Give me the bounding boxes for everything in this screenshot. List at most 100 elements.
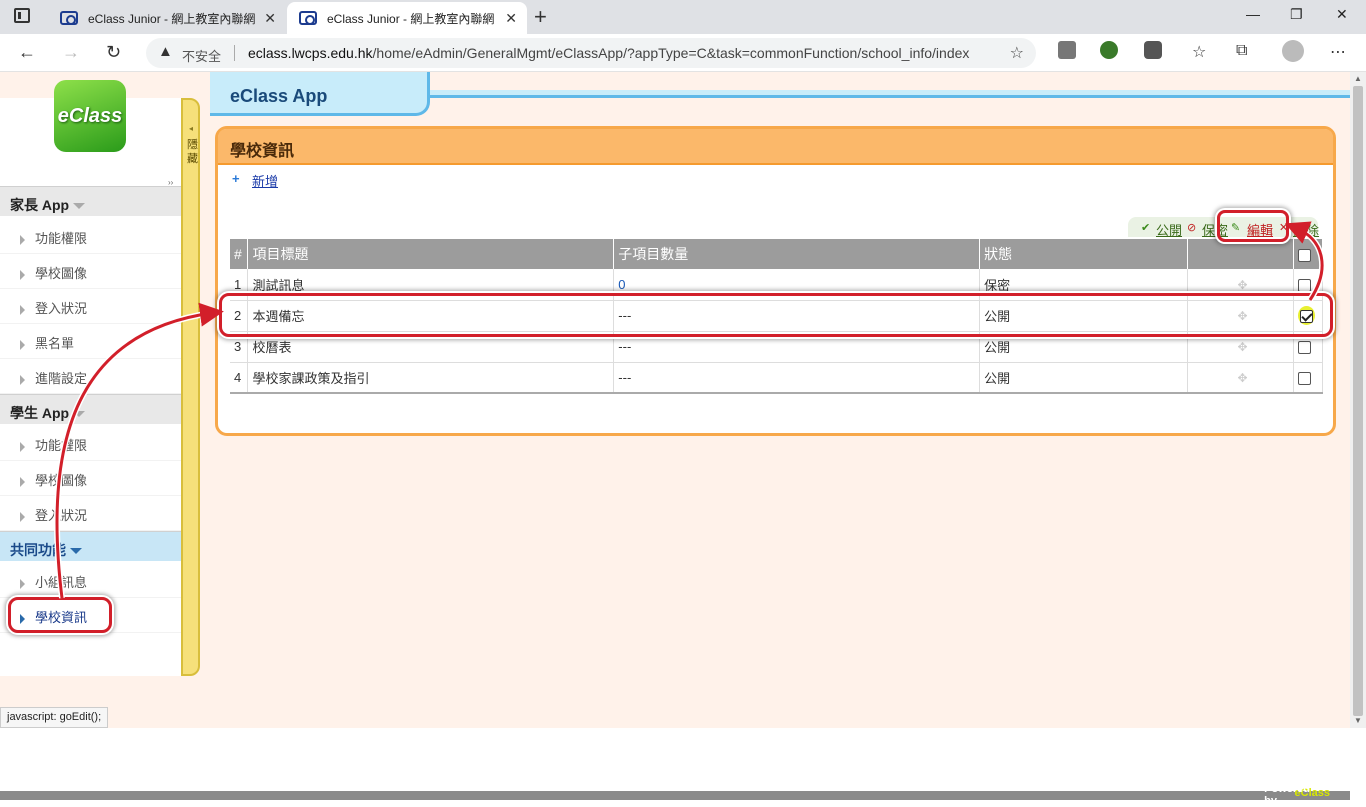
column-header-num: #	[230, 239, 249, 269]
bullet-arrow-icon	[20, 578, 25, 589]
hide-label: 隱藏	[187, 139, 198, 165]
row-checkbox[interactable]	[1297, 371, 1311, 385]
column-header-status: 狀態	[979, 239, 1188, 269]
private-icon: ⊘	[1187, 222, 1197, 234]
sidebar-item-login-status[interactable]: 登入狀況	[0, 497, 181, 531]
row-checkbox[interactable]	[1297, 341, 1311, 355]
more-menu-icon[interactable]: ⋯	[1330, 42, 1346, 62]
bullet-arrow-icon	[20, 374, 25, 385]
translate-icon[interactable]	[1058, 41, 1076, 59]
sidebar-item-label: 黑名單	[35, 336, 75, 351]
favorites-icon[interactable]: ☆	[1192, 42, 1206, 62]
sidebar-item-permissions[interactable]: 功能權限	[0, 220, 181, 254]
eclass-favicon-icon	[60, 11, 78, 25]
add-new-link[interactable]: + 新增	[232, 171, 279, 190]
restore-icon[interactable]: ❐	[1290, 6, 1303, 23]
page-footer: Powered by eClass	[0, 783, 1350, 807]
sidebar-item-label: 功能權限	[35, 231, 88, 246]
extension-icon[interactable]	[1100, 41, 1118, 59]
sidebar-item-label: 登入狀況	[35, 301, 88, 316]
collapse-arrow-icon: ◂	[189, 124, 194, 133]
minimize-icon[interactable]: —	[1246, 6, 1260, 22]
section-title: 學生 App	[10, 405, 70, 421]
sidebar-item-label: 進階設定	[35, 371, 88, 386]
column-header-move	[1187, 239, 1294, 269]
title-underline	[425, 90, 1350, 98]
column-header-check	[1293, 239, 1324, 269]
move-handle-icon[interactable]: ✥	[1237, 340, 1247, 354]
bullet-arrow-icon	[20, 304, 25, 315]
reload-icon[interactable]: ↻	[106, 42, 121, 63]
bullet-arrow-icon	[20, 339, 25, 350]
row-status: 公開	[979, 362, 1188, 394]
scroll-down-icon[interactable]: ▼	[1354, 716, 1362, 725]
sidebar-item-blacklist[interactable]: 黑名單	[0, 325, 181, 359]
sidebar-item-advanced-settings[interactable]: 進階設定	[0, 360, 181, 394]
close-tab-icon[interactable]: ✕	[505, 10, 517, 27]
table-row: 4 學校家課政策及指引 --- 公開 ✥	[230, 362, 1324, 394]
bullet-arrow-icon	[20, 269, 25, 280]
extensions-puzzle-icon[interactable]	[1144, 41, 1162, 59]
scroll-thumb[interactable]	[1353, 86, 1363, 716]
sidebar-item-label: 學校圖像	[35, 473, 88, 488]
move-handle-icon[interactable]: ✥	[1237, 278, 1247, 292]
row-title: 學校家課政策及指引	[247, 362, 615, 394]
column-header-count: 子項目數量	[613, 239, 981, 269]
sidebar-item-school-image[interactable]: 學校圖像	[0, 462, 181, 496]
browser-tab-bar: eClass Junior - 網上教室內聯網 ✕ eClass Junior …	[0, 0, 1366, 34]
chevron-down-icon	[70, 548, 82, 555]
section-student-app[interactable]: 學生 App	[0, 394, 181, 424]
collections-icon[interactable]: ⧉	[1236, 42, 1247, 60]
bullet-arrow-icon	[20, 441, 25, 452]
select-all-checkbox[interactable]	[1297, 248, 1311, 262]
hide-sidebar-toggle[interactable]: ◂ 隱藏	[181, 98, 200, 676]
scroll-up-icon[interactable]: ▲	[1354, 74, 1362, 83]
sidebar-item-school-image[interactable]: 學校圖像	[0, 255, 181, 289]
sidebar-item-login-status[interactable]: 登入狀況	[0, 290, 181, 324]
powered-by: Powered by eClass	[1264, 783, 1330, 807]
section-parent-app[interactable]: 家長 App	[0, 186, 181, 216]
row-move[interactable]: ✥	[1187, 362, 1294, 394]
forward-icon[interactable]: →	[62, 42, 80, 63]
profile-avatar[interactable]	[1282, 40, 1304, 62]
sidebar: eClass ›› ◂ 隱藏 家長 App 功能權限 學校圖像 登入狀況 黑名單…	[0, 80, 200, 676]
url-text: eclass.lwcps.edu.hk/home/eAdmin/GeneralM…	[248, 45, 969, 61]
sidebar-item-label: 登入狀況	[35, 508, 88, 523]
url-separator	[234, 45, 235, 61]
favorite-star-icon[interactable]: ☆	[1010, 43, 1024, 63]
page-title: eClass App	[230, 86, 328, 106]
section-title: 共同功能	[10, 542, 66, 558]
page-viewport: eClass ›› ◂ 隱藏 家長 App 功能權限 學校圖像 登入狀況 黑名單…	[0, 72, 1350, 807]
page-scrollbar[interactable]: ▲ ▼	[1350, 72, 1366, 728]
row-checkbox[interactable]	[1297, 278, 1311, 292]
url-path: /home/eAdmin/GeneralMgmt/eClassApp/?appT…	[372, 45, 970, 61]
highlight-edit-button	[1217, 210, 1289, 242]
browser-tab-2[interactable]: eClass Junior - 網上教室內聯網 ✕	[287, 2, 527, 34]
bullet-arrow-icon	[20, 234, 25, 245]
status-bar-url: javascript: goEdit();	[0, 707, 109, 728]
tab-actions-icon[interactable]	[14, 8, 30, 23]
close-tab-icon[interactable]: ✕	[264, 10, 276, 27]
eclass-logo: eClass	[54, 80, 126, 152]
highlight-school-info-menu	[8, 597, 112, 633]
highlight-selected-row	[219, 293, 1333, 337]
delete-button[interactable]: 刪除	[1293, 220, 1319, 239]
panel-title: 學校資訊	[230, 143, 295, 160]
back-icon[interactable]: ←	[18, 42, 36, 63]
publish-button[interactable]: 公開	[1156, 220, 1182, 239]
chevron-down-icon	[73, 411, 86, 418]
bullet-arrow-icon	[20, 476, 25, 487]
section-common-functions[interactable]: 共同功能	[0, 531, 181, 561]
module-title-bar: eClass App	[200, 72, 1350, 120]
new-tab-icon[interactable]: +	[534, 4, 547, 30]
window-close-icon[interactable]: ✕	[1336, 6, 1348, 23]
add-label: 新增	[252, 174, 279, 189]
logo-area: eClass	[0, 80, 181, 180]
url-field[interactable]: ▲ 不安全 eclass.lwcps.edu.hk/home/eAdmin/Ge…	[146, 38, 1036, 68]
sidebar-item-permissions[interactable]: 功能權限	[0, 427, 181, 461]
browser-tab-1[interactable]: eClass Junior - 網上教室內聯網 ✕	[48, 2, 286, 34]
tab-title: eClass Junior - 網上教室內聯網	[88, 11, 256, 26]
table-header-row: # 項目標題 子項目數量 狀態	[230, 239, 1324, 269]
sidebar-item-group-message[interactable]: 小組訊息	[0, 564, 181, 598]
move-handle-icon[interactable]: ✥	[1237, 371, 1247, 385]
